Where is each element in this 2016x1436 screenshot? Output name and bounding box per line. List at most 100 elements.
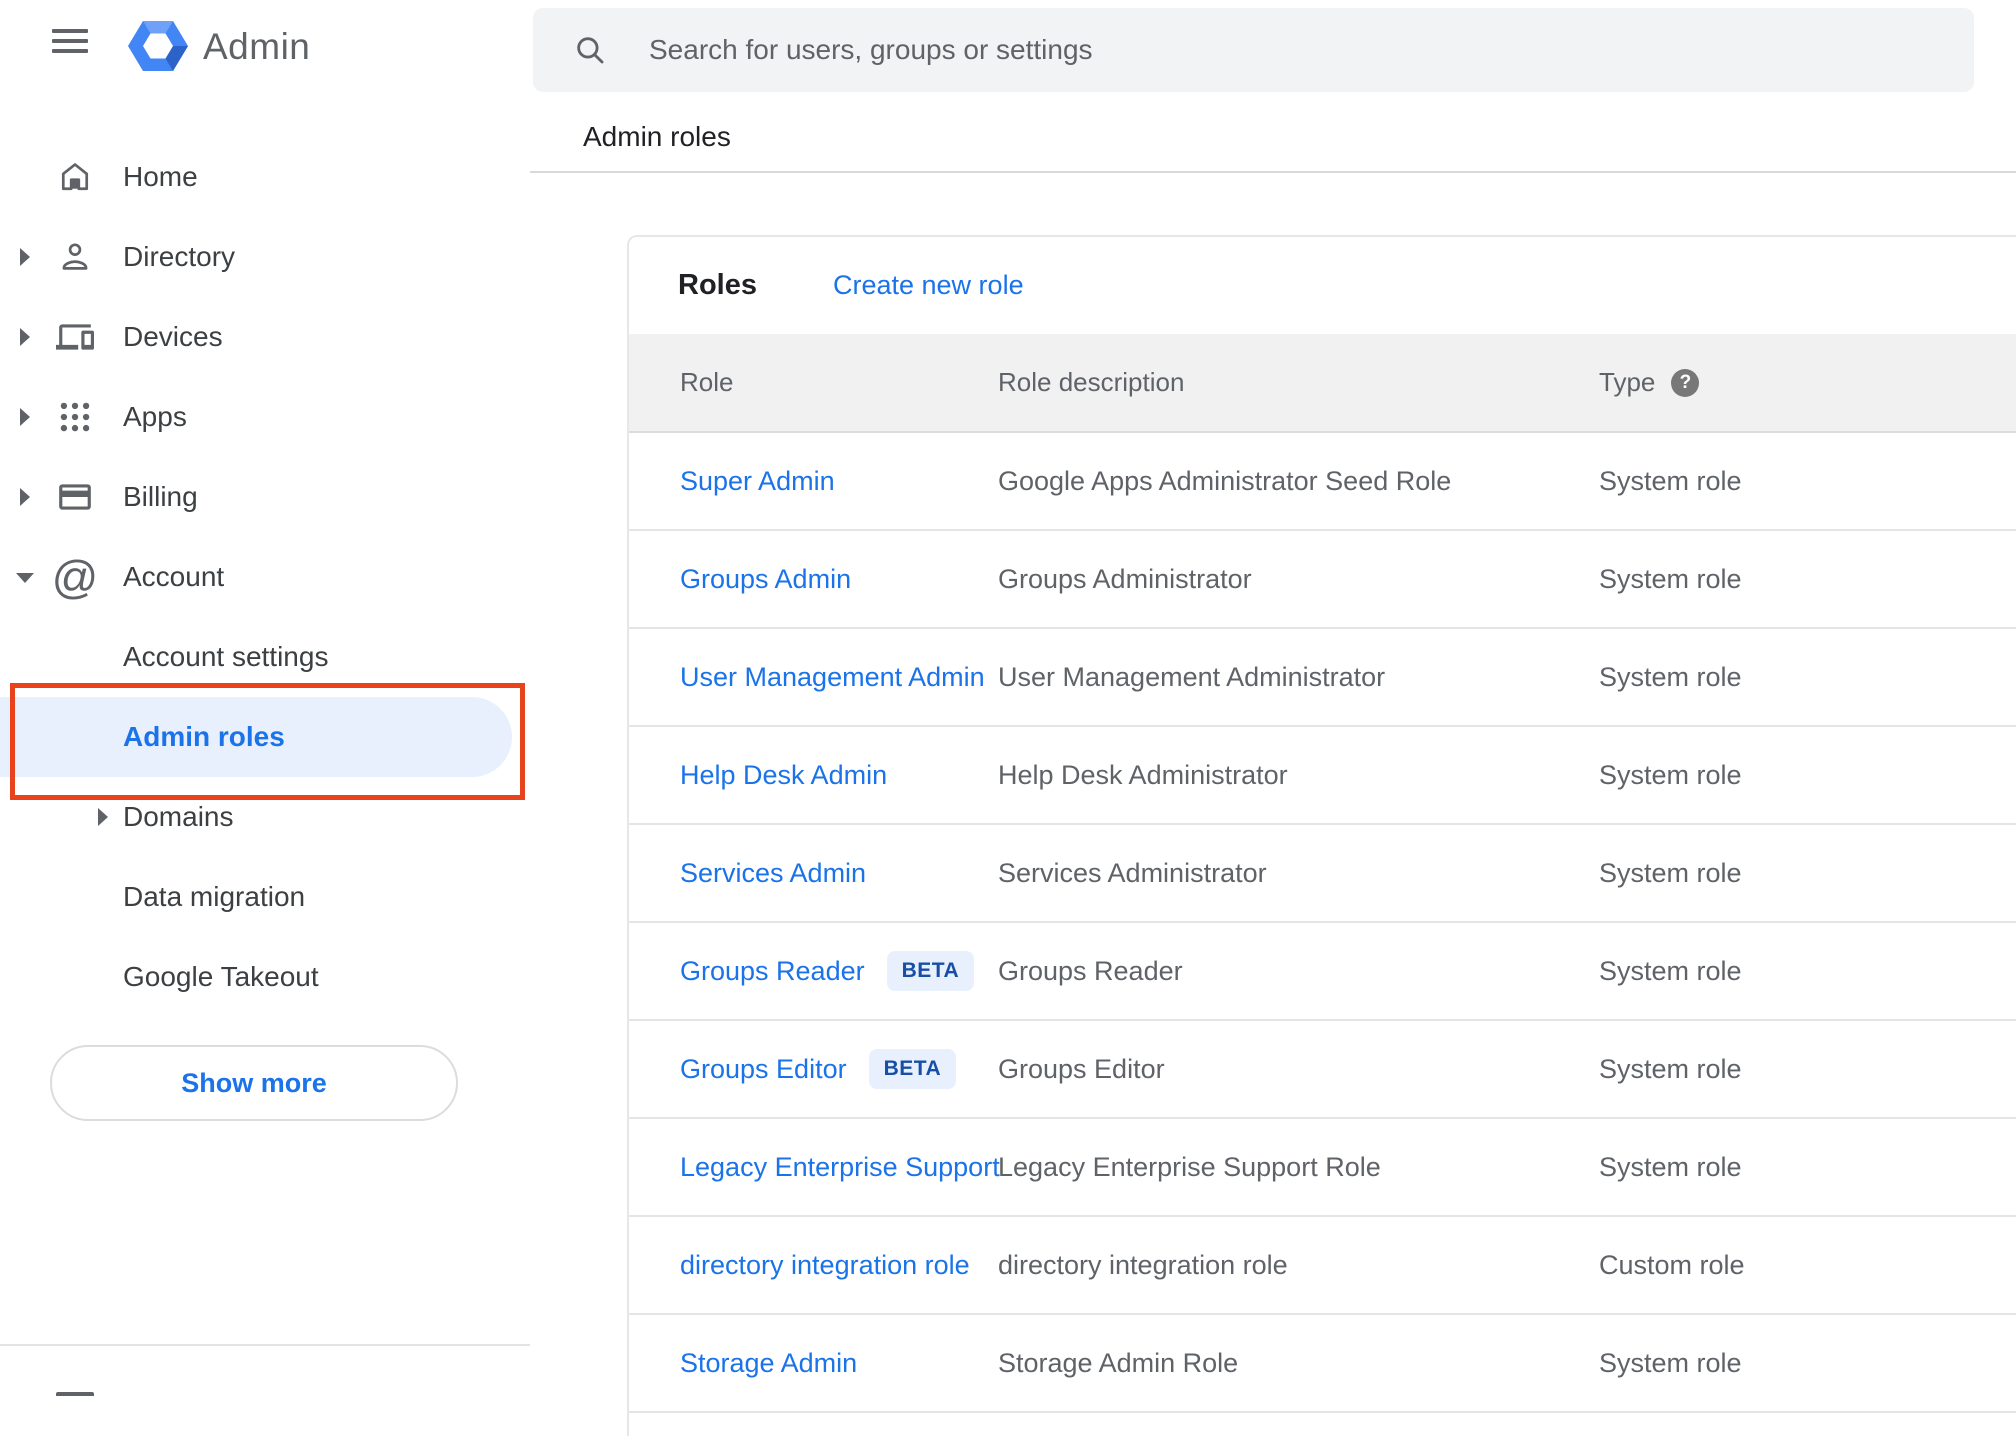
sidebar-item-label: Home (123, 161, 198, 192)
beta-badge: BETA (886, 951, 975, 991)
role-type: System role (1599, 1151, 1742, 1182)
table-row: Storage Admin Storage Admin Role System … (629, 1315, 2016, 1413)
sidebar-item-label: Admin roles (123, 721, 285, 752)
expand-arrow-icon[interactable] (20, 408, 30, 426)
column-header-role: Role (680, 367, 734, 397)
panel-title: Roles (678, 269, 757, 301)
expand-arrow-icon[interactable] (20, 328, 30, 346)
expand-arrow-icon[interactable] (20, 488, 30, 506)
role-link[interactable]: Help Desk Admin (680, 760, 887, 791)
role-link[interactable]: User Management Admin (680, 662, 985, 693)
role-link[interactable]: Groups Reader (680, 956, 865, 987)
table-row: Groups Admin Groups Administrator System… (629, 531, 2016, 629)
role-description: Services Administrator (998, 857, 1267, 888)
table-row: directory integration role directory int… (629, 1217, 2016, 1315)
role-description: Groups Editor (998, 1053, 1165, 1084)
role-link[interactable]: Super Admin (680, 466, 835, 497)
sidebar-item-google-takeout[interactable]: Google Takeout (0, 937, 530, 1017)
role-link[interactable]: Groups Admin (680, 564, 851, 595)
main-content: Admin roles Roles Create new role Role R… (530, 0, 2016, 1436)
sidebar-item-label: Apps (123, 401, 187, 432)
search-input[interactable] (647, 33, 1974, 67)
sidebar-item-domains[interactable]: Domains (0, 777, 530, 857)
clipped-bottom-icon (56, 1392, 94, 1396)
search-bar[interactable] (533, 8, 1974, 92)
sidebar-item-label: Account (123, 561, 225, 592)
role-link[interactable]: Storage Admin (680, 1348, 857, 1379)
admin-logo-icon (128, 21, 188, 71)
role-type: System role (1599, 955, 1742, 986)
create-new-role-link[interactable]: Create new role (833, 270, 1024, 301)
sidebar-item-label: Data migration (123, 881, 306, 912)
roles-panel: Roles Create new role Role Role descript… (627, 235, 2016, 1436)
search-icon (573, 33, 607, 67)
credit-card-icon (56, 478, 94, 516)
role-description: Storage Admin Role (998, 1347, 1239, 1378)
role-type: System role (1599, 465, 1742, 496)
sidebar-item-apps[interactable]: Apps (0, 377, 530, 457)
table-row: User Management Admin User Management Ad… (629, 629, 2016, 727)
sidebar-item-admin-roles[interactable]: Admin roles (0, 697, 530, 777)
breadcrumb: Admin roles (583, 121, 731, 152)
sidebar-item-label: Google Takeout (123, 961, 319, 992)
role-type: System role (1599, 759, 1742, 790)
table-row: Super Admin Google Apps Administrator Se… (629, 433, 2016, 531)
role-description: Help Desk Administrator (998, 759, 1288, 790)
beta-badge: BETA (868, 1049, 957, 1089)
sidebar-item-directory[interactable]: Directory (0, 217, 530, 297)
role-link[interactable]: Services Admin (680, 858, 866, 889)
table-header-row: Role Role description Type ? (629, 334, 2016, 433)
role-type: Custom role (1599, 1249, 1745, 1280)
role-type: System role (1599, 857, 1742, 888)
table-row: Legacy Enterprise Support Legacy Enterpr… (629, 1119, 2016, 1217)
role-type: System role (1599, 661, 1742, 692)
header-divider (530, 171, 2016, 173)
collapse-arrow-icon[interactable] (16, 573, 34, 583)
show-more-button[interactable]: Show more (50, 1045, 458, 1121)
person-icon (56, 238, 94, 276)
sidebar-item-account-settings[interactable]: Account settings (0, 617, 530, 697)
expand-arrow-icon[interactable] (98, 808, 108, 826)
sidebar-item-label: Domains (123, 801, 234, 832)
role-description: Legacy Enterprise Support Role (998, 1151, 1381, 1182)
sidebar-item-label: Billing (123, 481, 198, 512)
devices-icon (56, 318, 94, 356)
sidebar-divider (0, 1344, 530, 1346)
role-description: directory integration role (998, 1249, 1288, 1280)
role-description: Google Apps Administrator Seed Role (998, 465, 1452, 496)
sidebar-item-home[interactable]: Home (0, 137, 530, 217)
role-link[interactable]: directory integration role (680, 1250, 970, 1281)
role-description: Groups Reader (998, 955, 1183, 986)
app-title: Admin (203, 26, 311, 67)
table-row: Services Admin Services Administrator Sy… (629, 825, 2016, 923)
expand-arrow-icon[interactable] (20, 248, 30, 266)
column-header-description: Role description (998, 367, 1185, 397)
role-type: System role (1599, 1347, 1742, 1378)
table-row: Groups Reader BETA Groups Reader System … (629, 923, 2016, 1021)
hamburger-menu-icon[interactable] (52, 29, 88, 53)
role-type: System role (1599, 1053, 1742, 1084)
column-header-type: Type ? (1599, 367, 2016, 398)
sidebar-item-account[interactable]: @ Account (0, 537, 530, 617)
role-link[interactable]: Groups Editor (680, 1054, 847, 1085)
sidebar-header: Admin (0, 0, 530, 92)
role-description: Groups Administrator (998, 563, 1252, 594)
table-row: Groups Editor BETA Groups Editor System … (629, 1021, 2016, 1119)
role-description: User Management Administrator (998, 661, 1386, 692)
sidebar-item-label: Directory (123, 241, 236, 272)
apps-grid-icon (56, 398, 94, 436)
sidebar-item-billing[interactable]: Billing (0, 457, 530, 537)
help-icon[interactable]: ? (1671, 368, 1700, 397)
home-icon (56, 158, 94, 196)
sidebar-item-label: Devices (123, 321, 223, 352)
role-link[interactable]: Legacy Enterprise Support (680, 1152, 1000, 1183)
role-type: System role (1599, 563, 1742, 594)
at-sign-icon: @ (51, 551, 99, 603)
sidebar: Admin Home Directory Devices Apps Billin… (0, 0, 530, 1396)
column-header-type-label: Type (1599, 367, 1656, 397)
sidebar-nav: Home Directory Devices Apps Billing @ Ac… (0, 137, 530, 1017)
sidebar-item-data-migration[interactable]: Data migration (0, 857, 530, 937)
sidebar-item-devices[interactable]: Devices (0, 297, 530, 377)
admin-console-page: { "brand": { "app_name": "Admin" }, "sea… (0, 0, 2016, 1436)
roles-panel-header: Roles Create new role (629, 237, 2016, 334)
